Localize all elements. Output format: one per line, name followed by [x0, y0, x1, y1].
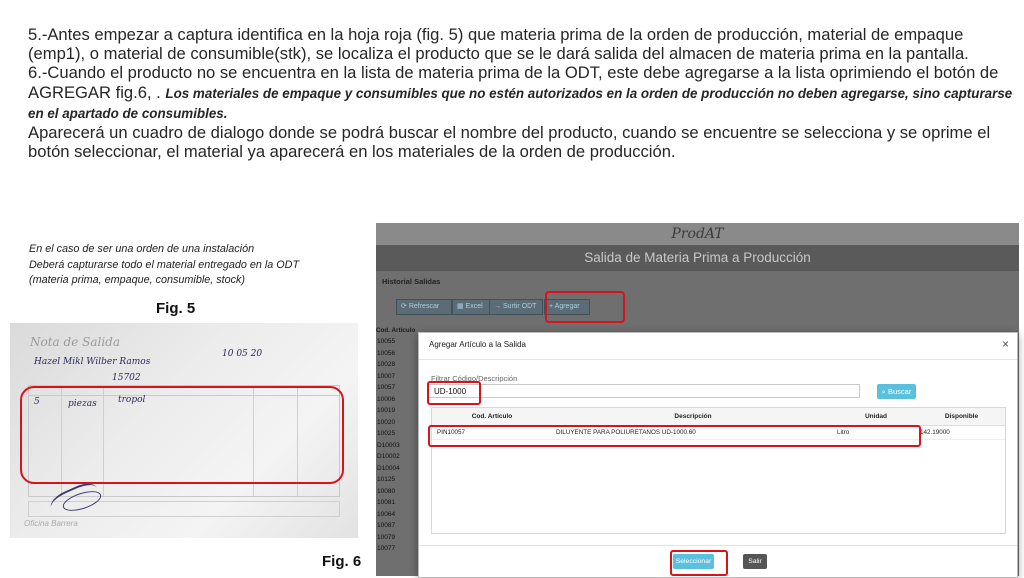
column-header-cod-articulo: Cod. Articulo	[376, 327, 416, 334]
fig6-label: Fig. 6	[322, 553, 362, 570]
instruction-step-6-dialog: Aparecerá un cuadro de dialogo donde se …	[28, 123, 991, 162]
photo-footer-text: Oficina Barrera	[24, 519, 78, 528]
list-item: 10006	[377, 395, 396, 403]
fig5-caption-line: En el caso de ser una orden de una insta…	[29, 243, 255, 255]
filter-input[interactable]: UD-1000	[428, 384, 860, 398]
add-article-dialog: Agregar Artículo a la Salida × Filtrar C…	[418, 332, 1018, 578]
photo-handwriting-number: 15702	[112, 373, 141, 383]
list-item: 10025	[377, 430, 396, 437]
fig5-caption-line: (materia prima, empaque, consumible, sto…	[29, 274, 246, 286]
refresh-icon: ⟳	[401, 303, 407, 310]
list-item: 10064	[377, 510, 396, 518]
surtir-odt-label: Surtir ODT	[502, 303, 537, 310]
excel-icon: ▦	[457, 303, 464, 310]
row-highlight-box	[428, 425, 921, 447]
refresh-button[interactable]: ⟳ Refrescar	[396, 299, 452, 315]
table-header: Cod. Artículo Descripción Unidad Disponi…	[432, 408, 1005, 426]
excel-label: Excel	[465, 303, 483, 310]
refresh-label: Refrescar	[408, 303, 440, 310]
search-button[interactable]: ⌕ Buscar	[877, 384, 916, 399]
list-item: 10056	[377, 349, 396, 357]
list-item: 10125	[377, 476, 396, 483]
list-item: 10079	[377, 533, 396, 541]
instructions-text: 5.-Antes empezar a captura identifica en…	[28, 25, 1013, 161]
close-icon[interactable]: ×	[1002, 337, 1009, 351]
list-item: 10055	[377, 338, 396, 345]
fig5-caption-line: Deberá capturarse todo el material entre…	[29, 258, 300, 271]
photo-form-title: Nota de Salida	[30, 335, 120, 349]
surtir-odt-button[interactable]: → Surtir ODT	[489, 299, 543, 315]
excel-button[interactable]: ▦ Excel	[452, 299, 490, 315]
list-item: 10028	[377, 361, 396, 368]
fig5-highlight-box	[20, 386, 344, 484]
list-item: 10080	[377, 487, 396, 495]
list-item: D10004	[377, 464, 400, 472]
search-button-label: Buscar	[887, 387, 912, 396]
agregar-highlight-box	[545, 291, 625, 323]
filter-highlight-box	[427, 381, 481, 405]
list-item: 10007	[377, 372, 396, 380]
list-item: D10003	[377, 441, 400, 449]
column-header: Cod. Artículo	[471, 413, 513, 420]
dialog-title: Agregar Artículo a la Salida	[429, 340, 526, 349]
list-item: 10019	[377, 407, 396, 414]
photo-handwriting-name: Hazel Mikl Wilber Ramos	[34, 357, 151, 367]
app-banner: Salida de Materia Prima a Producción	[376, 245, 1019, 271]
list-item: 10020	[377, 418, 396, 426]
arrow-right-icon: →	[494, 303, 501, 310]
select-highlight-box	[670, 550, 728, 576]
column-header: Disponible	[944, 413, 979, 420]
list-item: D10002	[377, 453, 400, 460]
exit-button[interactable]: Salir	[743, 554, 767, 569]
instruction-step-6: 6.-Cuando el producto no se encuentra en…	[28, 63, 1013, 123]
instruction-step-6-warning: Los materiales de empaque y consumibles …	[28, 85, 1013, 121]
cell-available: 142.19000	[920, 429, 950, 436]
fig5-label: Fig. 5	[156, 300, 196, 317]
app-brand: ProdAT	[376, 223, 1019, 245]
instruction-step-5: 5.-Antes empezar a captura identifica en…	[28, 25, 969, 64]
section-title: Historial Salidas	[382, 277, 441, 286]
article-code-list: 10055 10056 10028 10007 10057 10006 1001…	[376, 338, 420, 557]
search-icon: ⌕	[881, 387, 886, 396]
list-item: 10087	[377, 522, 396, 529]
photo-handwriting-date: 10 05 20	[222, 349, 263, 359]
list-item: 10077	[377, 545, 396, 552]
list-item: 10057	[377, 384, 396, 391]
column-header: Unidad	[864, 413, 888, 420]
list-item: 10081	[377, 499, 396, 506]
column-header: Descripción	[674, 413, 712, 420]
fig5-caption: En el caso de ser una orden de una insta…	[29, 242, 374, 289]
